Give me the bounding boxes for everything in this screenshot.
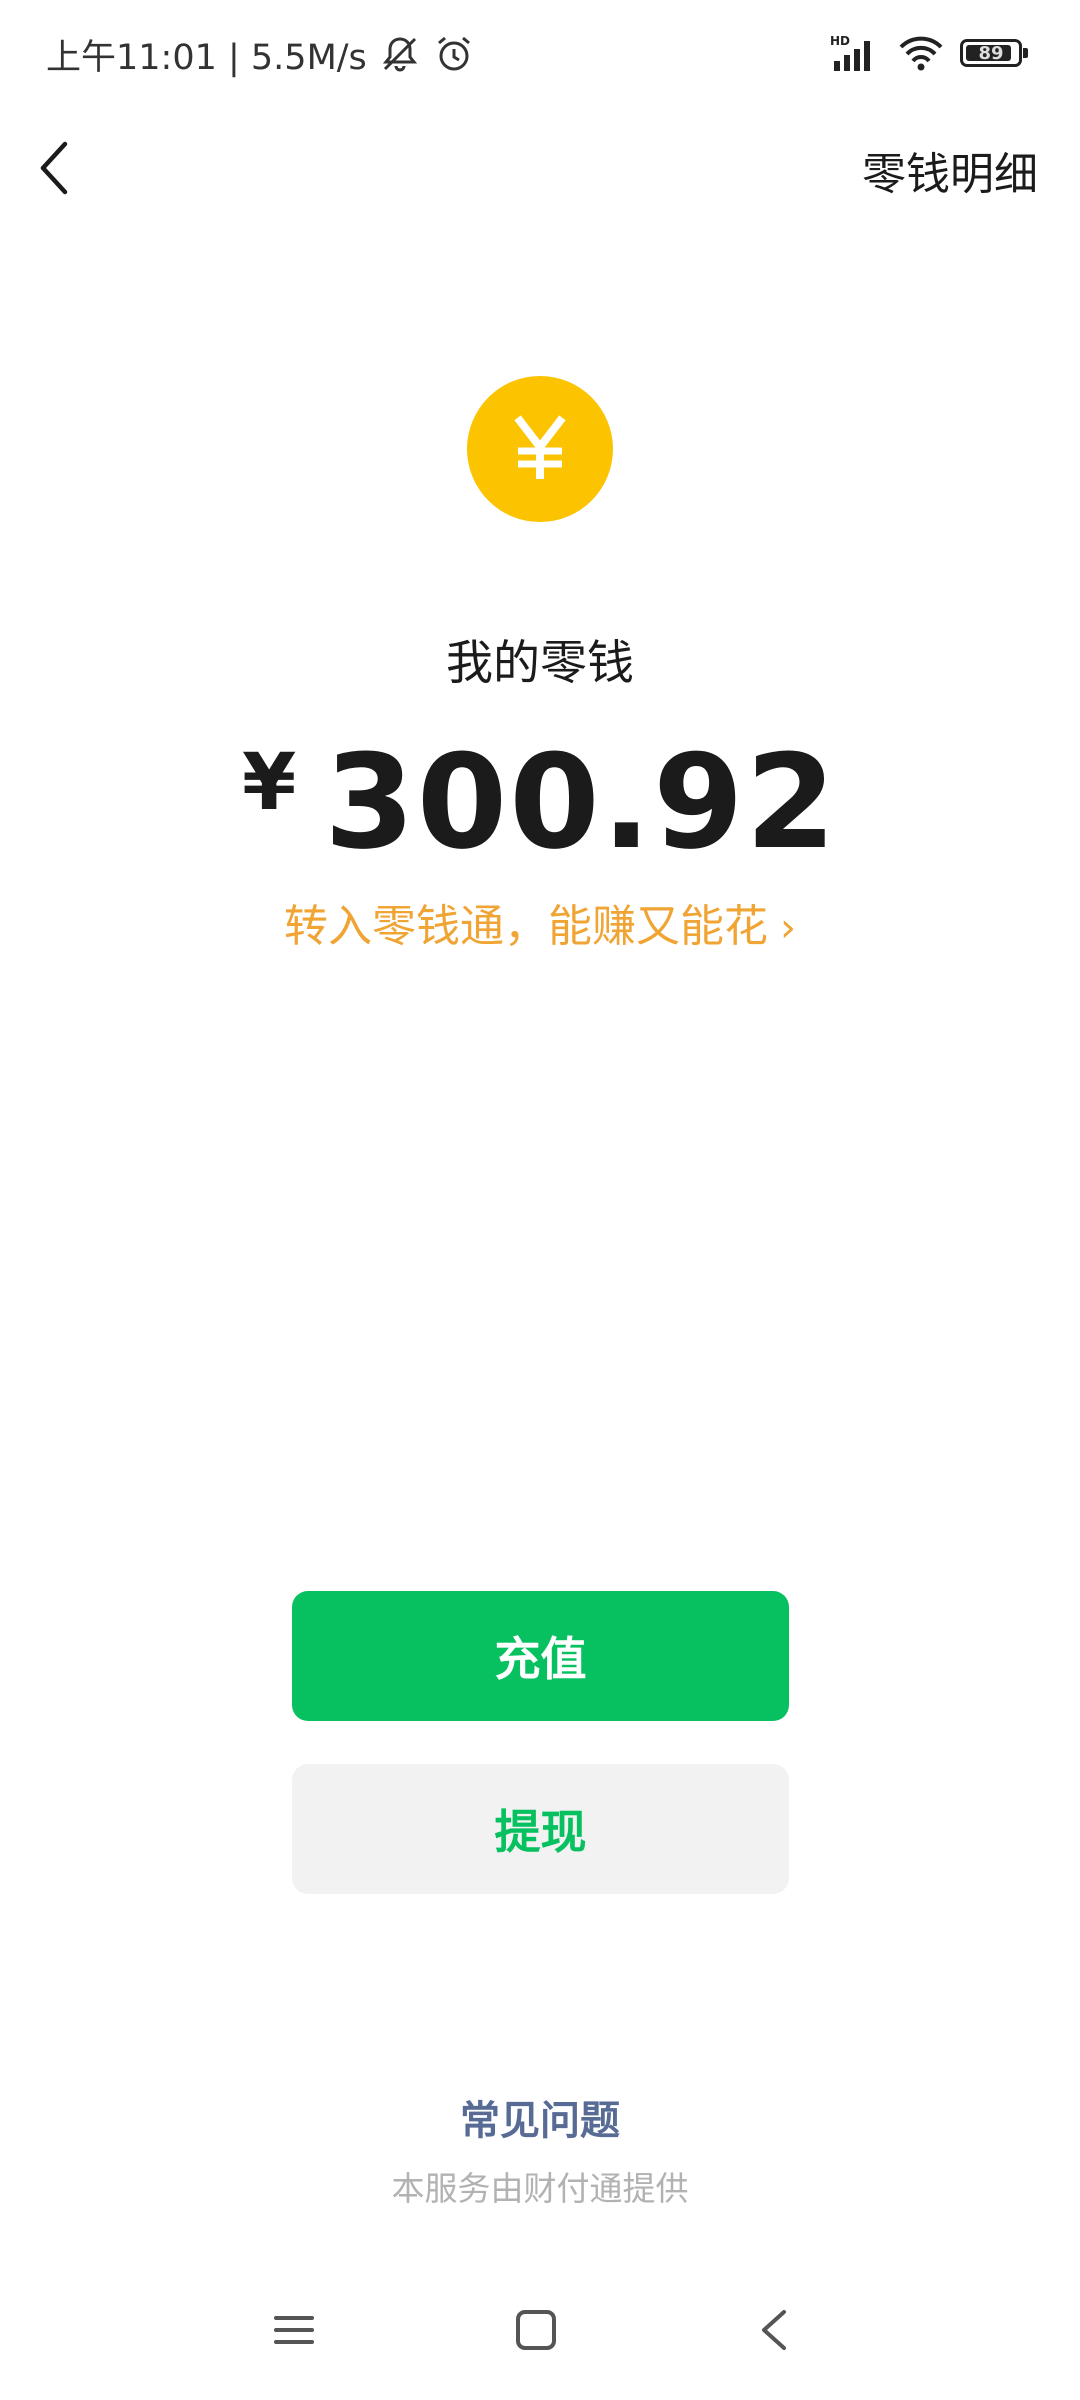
faq-link[interactable]: 常见问题 xyxy=(0,2088,1080,2146)
battery-icon: 89 xyxy=(960,39,1028,67)
topup-button[interactable]: 充值 xyxy=(292,1591,789,1721)
chevron-left-icon xyxy=(40,141,68,195)
provider-text: 本服务由财付通提供 xyxy=(391,2169,689,2208)
back-button[interactable] xyxy=(30,136,78,200)
menu-icon[interactable] xyxy=(264,2300,324,2360)
battery: 89 xyxy=(960,39,1028,67)
yuan-coin-icon xyxy=(467,376,613,522)
balance-value: 300.92 xyxy=(324,726,838,878)
bell-off-icon xyxy=(379,33,421,75)
wifi-icon xyxy=(898,33,944,73)
balance-label: 我的零钱 xyxy=(446,636,634,691)
alarm-clock-icon xyxy=(433,33,475,75)
currency-symbol: ¥ xyxy=(242,738,299,828)
promo-text: 转入零钱通，能赚又能花 xyxy=(284,901,768,952)
status-left: 上午11:01 | 5.5M/s xyxy=(46,28,475,80)
cellular-signal-icon: HD xyxy=(828,33,882,73)
home-square-icon[interactable] xyxy=(506,2300,566,2360)
status-right: HD 89 xyxy=(812,30,1028,76)
chevron-right-icon: › xyxy=(780,905,796,951)
change-details-link[interactable]: 零钱明细 xyxy=(862,138,1038,202)
back-triangle-icon[interactable] xyxy=(744,2300,804,2360)
lingqiantong-promo-link[interactable]: 转入零钱通，能赚又能花 › xyxy=(0,890,1080,954)
status-bar: 上午11:01 | 5.5M/s HD 89 xyxy=(0,0,1080,110)
status-time-speed: 上午11:01 | 5.5M/s xyxy=(46,37,367,78)
signal-badge-text: HD xyxy=(830,34,850,48)
system-nav-bar xyxy=(0,2290,1080,2380)
balance-amount: ¥300.92 xyxy=(0,708,1080,877)
battery-percent: 89 xyxy=(978,42,1004,64)
withdraw-button[interactable]: 提现 xyxy=(292,1764,789,1894)
